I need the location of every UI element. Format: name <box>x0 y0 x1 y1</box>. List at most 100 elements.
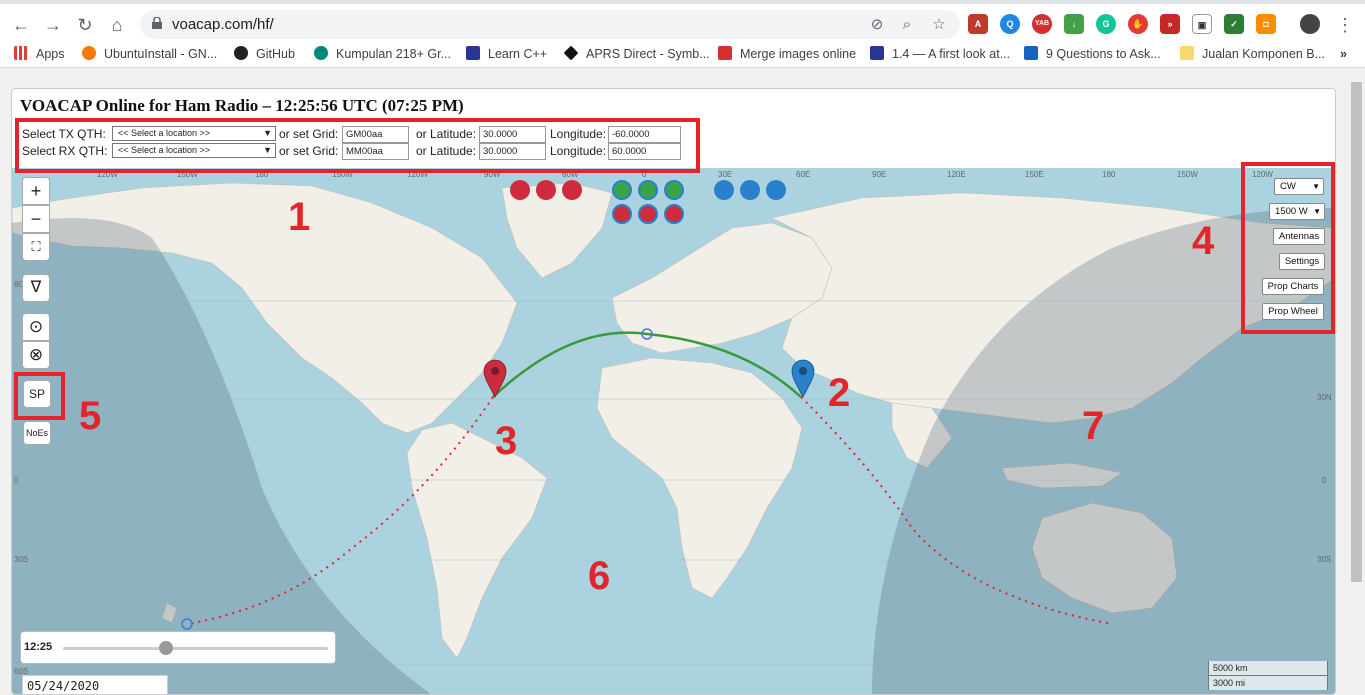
band-indicator-dot[interactable] <box>510 180 530 200</box>
bag-extension-icon[interactable]: ◘ <box>1256 14 1276 34</box>
south-america-landmass <box>406 422 548 659</box>
lon-label: 30E <box>718 170 733 179</box>
zoom-icon[interactable]: ⌕ <box>898 16 916 34</box>
scrollbar[interactable] <box>1348 68 1365 695</box>
bookmark-apps[interactable]: Apps <box>14 45 65 63</box>
video-extension-icon[interactable]: » <box>1160 14 1180 34</box>
more-bookmarks-icon[interactable]: » <box>1340 45 1347 63</box>
tx-pin-icon[interactable] <box>483 359 507 398</box>
lon-label: 150W <box>1177 170 1198 179</box>
lat-label: 30S <box>14 555 29 564</box>
time-slider-track[interactable] <box>63 647 328 650</box>
cpp-icon <box>870 46 884 60</box>
time-slider-handle[interactable] <box>159 641 174 655</box>
annotation-number: 7 <box>1082 404 1105 448</box>
adblock-icon[interactable]: ✋ <box>1128 14 1148 34</box>
star-icon[interactable]: ☆ <box>930 16 948 34</box>
cpp-icon <box>466 46 480 60</box>
browser-toolbar: ← → ↻ ⌂ voacap.com/hf/ ⊘ ⌕ ☆ A Q YAB ↓ G… <box>0 0 1365 40</box>
home-icon[interactable]: ⌂ <box>104 12 130 38</box>
profile-avatar[interactable] <box>1300 14 1320 34</box>
download-extension-icon[interactable]: ↓ <box>1064 14 1084 34</box>
url-text: voacap.com/hf/ <box>172 16 274 33</box>
lat-label: 30N <box>1317 393 1332 402</box>
band-indicator-dot[interactable] <box>664 180 684 200</box>
annotation-number: 3 <box>495 419 518 463</box>
lon-label: 120E <box>947 170 966 179</box>
annotation-number: 4 <box>1192 219 1215 263</box>
search-extension-icon[interactable]: Q <box>1000 14 1020 34</box>
apps-grid-icon <box>14 46 28 60</box>
bookmark-ubuntuinstall[interactable]: UbuntuInstall - GN... <box>82 45 217 63</box>
cube-extension-icon[interactable]: ▣ <box>1192 14 1212 34</box>
band-indicator-dot[interactable] <box>562 180 582 200</box>
bookmark-jualan[interactable]: Jualan Komponen B... <box>1180 45 1325 63</box>
bookmark-kumpulan[interactable]: Kumpulan 218+ Gr... <box>314 45 451 63</box>
sun-circle-icon[interactable]: ⊙ <box>22 313 50 341</box>
band-indicator-dot[interactable] <box>638 204 658 224</box>
cross-circle-icon[interactable]: ⊗ <box>22 341 50 369</box>
site-icon <box>314 46 328 60</box>
lat-label: 30S <box>1317 555 1332 564</box>
back-arrow-icon[interactable]: ← <box>8 12 34 38</box>
date-input[interactable]: 05/24/2020 <box>22 675 168 694</box>
folder-icon <box>1180 46 1194 60</box>
lon-label: 150E <box>1025 170 1044 179</box>
bookmarks-bar: Apps UbuntuInstall - GN... GitHub Kumpul… <box>0 40 1365 68</box>
band-indicator-dot[interactable] <box>536 180 556 200</box>
band-indicator-dot[interactable] <box>664 204 684 224</box>
page-body: VOACAP Online for Ham Radio – 12:25:56 U… <box>0 68 1365 695</box>
africa-landmass <box>596 357 803 599</box>
zoom-out-button[interactable]: − <box>22 205 50 233</box>
tree-icon <box>718 46 732 60</box>
noes-button[interactable]: NoEs <box>23 421 51 445</box>
github-icon <box>234 46 248 60</box>
diamond-icon <box>563 45 579 61</box>
annotation-number: 5 <box>79 394 102 438</box>
ubuntu-icon <box>82 46 96 60</box>
site-icon <box>1024 46 1038 60</box>
propagation-map[interactable]: 120W 150W 180 150W 120W 90W 60W 0 30E 60… <box>12 168 1335 694</box>
blocked-popup-icon[interactable]: ⊘ <box>868 16 886 34</box>
bookmark-first-look[interactable]: 1.4 — A first look at... <box>870 45 1010 63</box>
bookmark-github[interactable]: GitHub <box>234 45 295 63</box>
bookmark-merge-images[interactable]: Merge images online <box>718 45 856 63</box>
scrollbar-thumb[interactable] <box>1351 82 1362 582</box>
menu-icon[interactable]: ⋮ <box>1332 12 1358 38</box>
shield-extension-icon[interactable]: ✓ <box>1224 14 1244 34</box>
annotation-number: 6 <box>588 554 611 598</box>
triangle-tool-icon[interactable]: ∇ <box>22 274 50 302</box>
scale-km: 5000 km <box>1208 661 1328 676</box>
yab-extension-icon[interactable]: YAB <box>1032 14 1052 34</box>
fullscreen-icon[interactable]: ⛶ <box>22 233 50 261</box>
band-indicator-dot[interactable] <box>766 180 786 200</box>
band-indicator-dot[interactable] <box>612 180 632 200</box>
lock-icon <box>152 17 162 29</box>
band-indicator-dot[interactable] <box>714 180 734 200</box>
lat-label: 0 <box>14 476 19 485</box>
address-bar[interactable]: voacap.com/hf/ ⊘ ⌕ ☆ <box>140 10 960 39</box>
band-indicator-dot[interactable] <box>612 204 632 224</box>
forward-arrow-icon[interactable]: → <box>40 12 66 38</box>
band-indicator-dot[interactable] <box>638 180 658 200</box>
world-map <box>12 168 1335 694</box>
page-title: VOACAP Online for Ham Radio – 12:25:56 U… <box>20 96 464 115</box>
voacap-frame: VOACAP Online for Ham Radio – 12:25:56 U… <box>11 88 1336 695</box>
time-slider-panel: 12:25 <box>20 631 336 664</box>
pdf-extension-icon[interactable]: A <box>968 14 988 34</box>
bookmark-aprs[interactable]: APRS Direct - Symb... <box>563 45 710 63</box>
bookmark-learn-cpp[interactable]: Learn C++ <box>466 45 547 63</box>
bookmark-9-questions[interactable]: 9 Questions to Ask... <box>1024 45 1161 63</box>
lon-label: 90E <box>872 170 887 179</box>
annotation-box-sp <box>14 372 65 420</box>
annotation-box-qth <box>15 118 700 173</box>
reload-icon[interactable]: ↻ <box>72 12 98 38</box>
lon-label: 180 <box>1102 170 1116 179</box>
lon-label: 60E <box>796 170 811 179</box>
band-indicator-dot[interactable] <box>740 180 760 200</box>
grammarly-icon[interactable]: G <box>1096 14 1116 34</box>
annotation-number: 1 <box>288 195 311 239</box>
annotation-number: 2 <box>828 371 851 415</box>
scale-mi: 3000 mi <box>1208 675 1328 690</box>
zoom-in-button[interactable]: + <box>22 177 50 205</box>
